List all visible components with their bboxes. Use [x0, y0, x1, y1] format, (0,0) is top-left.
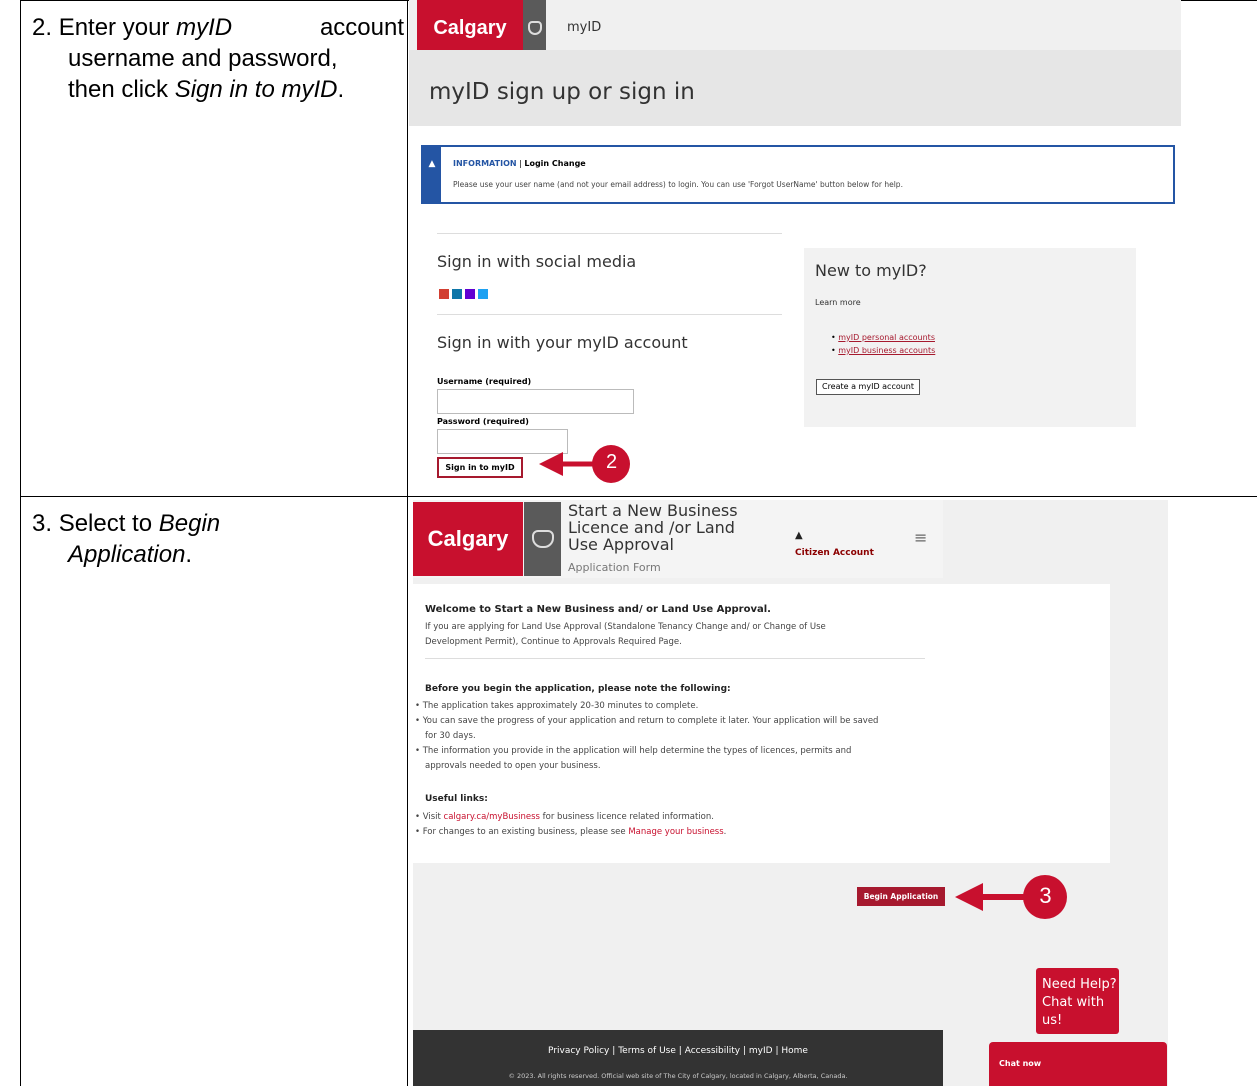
linkedin-icon[interactable] — [452, 289, 462, 299]
begin-application-button[interactable]: Begin Application — [857, 887, 945, 906]
info-text: Please use your user name (and not your … — [453, 180, 903, 189]
table-column-divider — [407, 0, 408, 1086]
footer-copyright: © 2023. All rights reserved. Official we… — [508, 1072, 848, 1080]
header-app-name: myID — [567, 20, 602, 35]
divider — [425, 658, 925, 659]
callout-number: 3 — [1039, 883, 1052, 908]
before-heading: Before you begin the application, please… — [425, 684, 731, 694]
header-subtitle: Application Form — [568, 561, 661, 574]
footer-separator: | — [678, 1046, 682, 1056]
create-account-button[interactable]: Create a myID account — [816, 379, 920, 395]
info-title: Login Change — [524, 159, 586, 168]
useful-heading: Useful links: — [425, 794, 488, 804]
city-crest-icon — [523, 0, 546, 56]
social-heading: Sign in with social media — [437, 252, 637, 271]
info-alert: ▲ INFORMATION | Login Change Please use … — [421, 145, 1175, 204]
calgary-logo[interactable]: Calgary — [413, 502, 523, 576]
terms-of-use-link[interactable]: Terms of Use — [618, 1046, 676, 1056]
welcome-text: If you are applying for Land Use Approva… — [425, 622, 826, 647]
useful-links: • Visit calgary.ca/myBusiness for busine… — [415, 812, 727, 837]
step-3-instruction: 3. Select to Begin Application. — [32, 510, 221, 568]
password-label: Password (required) — [437, 417, 529, 426]
header-title: Start a New Business Licence and /or Lan… — [568, 501, 738, 554]
footer-links: Privacy Policy | Terms of Use | Accessib… — [413, 1046, 943, 1056]
table-border-left — [20, 0, 21, 1086]
username-label: Username (required) — [437, 377, 532, 386]
city-crest-icon — [524, 502, 561, 576]
manage-business-link[interactable]: Manage your business — [628, 827, 723, 837]
divider — [437, 233, 782, 234]
footer-separator: | — [612, 1046, 616, 1056]
need-help-bubble[interactable]: Need Help? Chat with us! — [1036, 968, 1119, 1034]
signin-screenshot: Calgary myID myID sign up or sign in ▲ I… — [409, 0, 1181, 496]
warning-icon: ▲ — [423, 147, 441, 202]
notes-list: • The application takes approximately 20… — [415, 701, 879, 771]
info-separator: | — [519, 159, 522, 168]
user-icon[interactable]: ▲ — [795, 530, 803, 541]
yahoo-icon[interactable] — [465, 289, 475, 299]
home-link[interactable]: Home — [781, 1046, 808, 1056]
footer-separator: | — [775, 1046, 779, 1056]
new-heading: New to myID? — [815, 261, 927, 280]
business-accounts-link[interactable]: myID business accounts — [838, 346, 935, 355]
myid-link[interactable]: myID — [749, 1046, 773, 1056]
account-heading: Sign in with your myID account — [437, 333, 688, 352]
citizen-account-link[interactable]: Citizen Account — [795, 548, 874, 558]
username-field[interactable] — [437, 389, 634, 414]
calgary-logo[interactable]: Calgary — [417, 0, 523, 56]
table-row-divider — [20, 496, 1257, 497]
google-icon[interactable] — [439, 289, 449, 299]
callout-number: 2 — [605, 451, 618, 473]
divider — [437, 314, 782, 315]
signin-button[interactable]: Sign in to myID — [437, 457, 523, 478]
info-label: INFORMATION — [453, 159, 517, 168]
mybusiness-link[interactable]: calgary.ca/myBusiness — [444, 812, 540, 822]
learn-more: Learn more — [815, 298, 861, 307]
privacy-policy-link[interactable]: Privacy Policy — [548, 1046, 609, 1056]
step-2-instruction: 2. Enter your myID account username and p… — [32, 14, 404, 103]
social-buttons — [439, 289, 488, 299]
welcome-heading: Welcome to Start a New Business and/ or … — [425, 604, 771, 615]
link-list: • myID personal accounts • myID business… — [831, 333, 936, 355]
page-title: myID sign up or sign in — [429, 79, 695, 105]
menu-icon[interactable]: ≡ — [914, 528, 927, 547]
begin-application-screenshot: Calgary Start a New Business Licence and… — [413, 500, 1168, 1086]
footer-separator: | — [742, 1046, 747, 1056]
personal-accounts-link[interactable]: myID personal accounts — [838, 333, 935, 342]
microsoft-icon[interactable] — [478, 289, 488, 299]
accessibility-link[interactable]: Accessibility — [685, 1046, 740, 1056]
chat-now-button[interactable]: Chat now — [989, 1042, 1167, 1086]
